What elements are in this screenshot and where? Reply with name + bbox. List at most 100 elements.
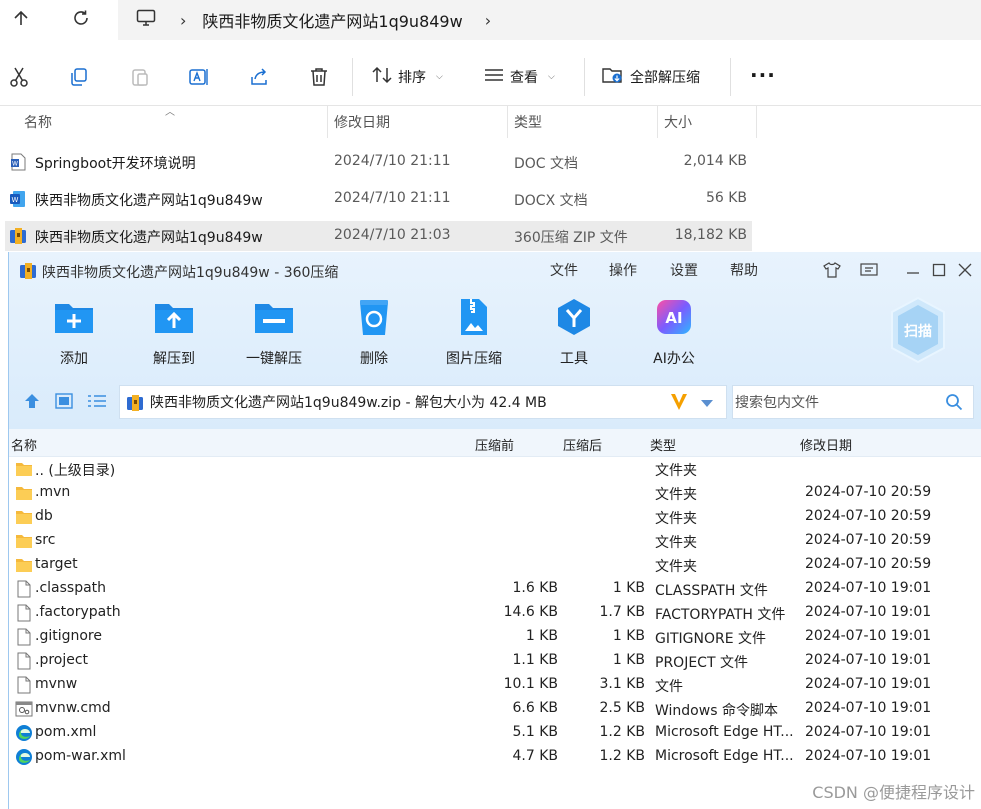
extract-to-label: 解压到 (153, 351, 195, 367)
add-label: 添加 (60, 351, 88, 367)
entry-name: .project (35, 652, 89, 668)
column-header-before[interactable]: 压缩前 (475, 435, 514, 454)
column-divider[interactable] (507, 106, 508, 138)
archive-row[interactable]: db 文件夹 2024-07-10 20:59 (9, 505, 981, 529)
column-header-type[interactable]: 类型 (650, 435, 676, 454)
folder-icon (16, 463, 32, 476)
dropdown-arrow-icon[interactable] (700, 396, 714, 412)
column-header-date[interactable]: 修改日期 (800, 435, 852, 454)
maximize-icon[interactable] (929, 260, 949, 280)
rename-icon[interactable] (187, 65, 211, 89)
delete-button[interactable]: 删除 (329, 296, 419, 368)
column-header-date[interactable]: 修改日期 (334, 106, 390, 138)
entry-name: src (35, 532, 56, 548)
file-row-selected[interactable]: 陕西非物质文化遗产网站1q9u849w 2024/7/10 21:03 360压… (5, 221, 752, 251)
search-placeholder: 搜索包内文件 (735, 395, 819, 411)
archive-row[interactable]: pom.xml 5.1 KB 1.2 KB Microsoft Edge HT... 2… (9, 721, 981, 745)
extract-all-button[interactable]: 全部解压缩 (602, 63, 700, 91)
entry-date: 2024-07-10 19:01 (805, 580, 932, 596)
menu-settings[interactable]: 设置 (670, 260, 698, 280)
address-bar[interactable]: › 陕西非物质文化遗产网站1q9u849w › (118, 0, 981, 40)
chevron-right-icon: › (180, 10, 187, 30)
close-icon[interactable] (955, 260, 975, 280)
thumbnail-view-icon[interactable] (55, 392, 73, 414)
scan-button[interactable]: 扫描 (889, 296, 947, 364)
archive-row[interactable]: .factorypath 14.6 KB 1.7 KB FACTORYPATH 文件 2… (9, 601, 981, 625)
list-view-icon[interactable] (87, 392, 107, 414)
entry-date: 2024-07-10 19:01 (805, 676, 932, 692)
menu-help[interactable]: 帮助 (730, 260, 758, 280)
word-docx-icon: W (10, 191, 25, 207)
view-button[interactable]: 查看 ⌵ (484, 63, 555, 91)
extract-to-button[interactable]: 解压到 (129, 296, 219, 368)
ai-office-button[interactable]: AI AI办公 (629, 296, 719, 368)
menu-file[interactable]: 文件 (550, 260, 578, 280)
search-icon[interactable] (945, 393, 963, 415)
up-arrow-icon[interactable] (6, 3, 36, 33)
refresh-icon[interactable] (66, 3, 96, 33)
sort-label: 排序 (398, 70, 426, 86)
folder-icon (16, 511, 32, 524)
edge-browser-icon (16, 725, 32, 741)
column-divider[interactable] (657, 106, 658, 138)
file-date: 2024/7/10 21:03 (334, 227, 451, 243)
menu-operation[interactable]: 操作 (609, 260, 637, 280)
archive-row[interactable]: .. (上级目录) 文件夹 (9, 457, 981, 481)
entry-size-before: 6.6 KB (512, 700, 559, 716)
archive-row[interactable]: .classpath 1.6 KB 1 KB CLASSPATH 文件 2024-07-… (9, 577, 981, 601)
archive-row[interactable]: mvnw.cmd 6.6 KB 2.5 KB Windows 命令脚本 2024-07-… (9, 697, 981, 721)
entry-type: 文件夹 (655, 487, 697, 503)
delete-icon[interactable] (307, 65, 331, 89)
column-divider[interactable] (327, 106, 328, 138)
archive-row[interactable]: mvnw 10.1 KB 3.1 KB 文件 2024-07-10 19:01 (9, 673, 981, 697)
archive-row[interactable]: .gitignore 1 KB 1 KB GITIGNORE 文件 2024-07-10… (9, 625, 981, 649)
image-compress-icon (453, 296, 495, 338)
delete-label: 删除 (360, 351, 388, 367)
entry-type: Windows 命令脚本 (655, 703, 778, 719)
entry-date: 2024-07-10 19:01 (805, 700, 932, 716)
entry-size-before: 1.1 KB (512, 652, 559, 668)
more-options-icon[interactable]: ··· (750, 63, 776, 87)
archive-row[interactable]: .mvn 文件夹 2024-07-10 20:59 (9, 481, 981, 505)
archive-row[interactable]: pom-war.xml 4.7 KB 1.2 KB Microsoft Edge HT… (9, 745, 981, 769)
column-header-name[interactable]: 名称 (11, 435, 37, 454)
window-title: 陕西非物质文化遗产网站1q9u849w - 360压缩 (42, 265, 339, 281)
minimize-icon[interactable] (903, 260, 923, 280)
entry-type: 文件夹 (655, 559, 697, 575)
entry-date: 2024-07-10 20:59 (805, 484, 932, 500)
add-button[interactable]: 添加 (29, 296, 119, 368)
one-click-extract-button[interactable]: 一键解压 (229, 296, 319, 368)
up-level-icon[interactable] (23, 392, 41, 414)
feedback-icon[interactable] (859, 260, 879, 280)
entry-size-before: 4.7 KB (512, 748, 559, 764)
column-divider[interactable] (756, 106, 757, 138)
tools-button[interactable]: 工具 (529, 296, 619, 368)
archive-search-input[interactable]: 搜索包内文件 (732, 385, 974, 419)
column-header-type[interactable]: 类型 (514, 106, 542, 138)
cmd-script-icon (15, 701, 33, 717)
paste-icon[interactable] (128, 65, 152, 89)
entry-name: .gitignore (35, 628, 102, 644)
column-header-name[interactable]: 名称 (24, 106, 52, 138)
skin-shirt-icon[interactable] (822, 260, 842, 280)
column-header-size[interactable]: 大小 (664, 106, 692, 138)
copy-icon[interactable] (67, 65, 91, 89)
ai-office-icon: AI (653, 296, 695, 338)
breadcrumb-folder[interactable]: 陕西非物质文化遗产网站1q9u849w (202, 8, 462, 32)
column-header-after[interactable]: 压缩后 (563, 435, 602, 454)
entry-type: PROJECT 文件 (655, 655, 748, 671)
entry-type: Microsoft Edge HT... (655, 724, 794, 740)
archive-row[interactable]: src 文件夹 2024-07-10 20:59 (9, 529, 981, 553)
archive-row[interactable]: .project 1.1 KB 1 KB PROJECT 文件 2024-07-10 1… (9, 649, 981, 673)
cut-icon[interactable] (7, 65, 31, 89)
archive-row[interactable]: target 文件夹 2024-07-10 20:59 (9, 553, 981, 577)
chevron-right-icon[interactable]: › (485, 11, 491, 30)
ai-badge-text: AI (665, 309, 682, 327)
image-compress-button[interactable]: 图片压缩 (429, 296, 519, 368)
file-row[interactable]: W 陕西非物质文化遗产网站1q9u849w 2024/7/10 21:11 DO… (5, 184, 752, 214)
share-icon[interactable] (247, 65, 271, 89)
file-row[interactable]: W Springboot开发环境说明 2024/7/10 21:11 DOC 文… (5, 147, 752, 177)
zip-archive-icon (127, 395, 143, 411)
archive-path-field[interactable]: 陕西非物质文化遗产网站1q9u849w.zip - 解包大小为 42.4 MB (119, 385, 727, 419)
sort-button[interactable]: 排序 ⌵ (372, 63, 443, 91)
